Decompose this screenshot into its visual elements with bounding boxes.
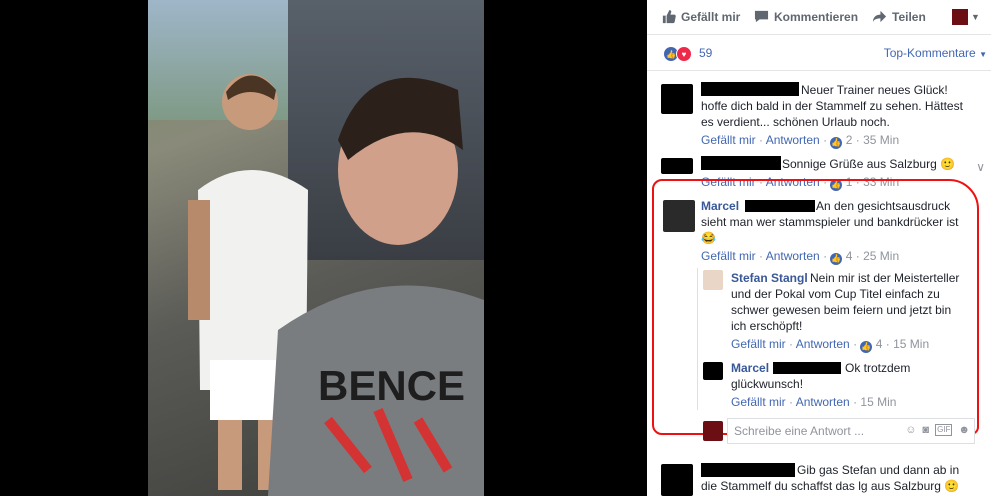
comment-like-link[interactable]: Gefällt mir: [731, 395, 786, 409]
comment-meta: Gefällt mir · Antworten · 👍 4 · 15 Min: [731, 337, 930, 353]
comment-reply-link[interactable]: Antworten: [766, 133, 820, 147]
comment-text: 😂: [701, 231, 716, 245]
thumbs-up-icon: 👍: [830, 137, 843, 149]
share-icon: [872, 10, 887, 23]
photo-person-right: BENCE: [268, 77, 484, 496]
comment-icon: [754, 10, 769, 23]
comment-text: Nein mir ist der Meisterteller: [810, 271, 960, 285]
share-action-label: Teilen: [892, 9, 926, 24]
comment-time[interactable]: 25 Min: [863, 249, 899, 263]
commenter-avatar[interactable]: [661, 84, 693, 114]
comment-text: sieht man wer stammspieler und bankdrück…: [701, 215, 959, 229]
love-reaction-icon: ♥: [676, 46, 692, 62]
profile-avatar: [952, 9, 968, 25]
commenter-avatar[interactable]: [661, 158, 693, 174]
comment-reply-link[interactable]: Antworten: [796, 337, 850, 351]
comment-text: Gib gas Stefan und dann ab in: [797, 463, 960, 477]
comment-like-link[interactable]: Gefällt mir: [701, 133, 756, 147]
comment-meta: Gefällt mir · Antworten · 👍 4 · 25 Min: [701, 249, 900, 265]
comment-time[interactable]: 15 Min: [860, 395, 896, 409]
thumbs-up-icon: [662, 9, 676, 24]
thumbs-up-icon: 👍: [830, 253, 843, 265]
redacted-name: [773, 362, 841, 374]
svg-text:BENCE: BENCE: [318, 362, 465, 409]
action-bar: Gefällt mir Kommentieren Teilen ▼: [647, 0, 991, 35]
reaction-count[interactable]: 59: [699, 46, 712, 60]
redacted-name: [701, 156, 781, 170]
comment-reply-link[interactable]: Antworten: [766, 249, 820, 263]
comment-time[interactable]: 15 Min: [893, 337, 929, 351]
comment-like-link[interactable]: Gefällt mir: [731, 337, 786, 351]
reaction-profile-select[interactable]: ▼: [952, 9, 980, 25]
comment-text: Neuer Trainer neues Glück!: [801, 83, 948, 97]
commenter-name[interactable]: Marcel: [731, 361, 769, 375]
comment-time[interactable]: 35 Min: [863, 133, 899, 147]
comment-meta: Gefällt mir · Antworten · 👍 2 · 35 Min: [701, 133, 900, 149]
like-action-label: Gefällt mir: [681, 9, 741, 24]
post-photo[interactable]: BENCE: [148, 0, 484, 496]
comment-sort-label: Top-Kommentare: [883, 46, 976, 60]
reply-placeholder: Schreibe eine Antwort ...: [734, 424, 865, 438]
comment-text: ich erschöpft!: [731, 319, 803, 333]
redacted-name: [745, 200, 815, 212]
chevron-down-icon: ▼: [979, 50, 987, 59]
redacted-name: [701, 82, 799, 96]
comment-action[interactable]: Kommentieren: [754, 9, 858, 24]
commenter-name[interactable]: Stefan Stangl: [731, 271, 808, 285]
replier-avatar[interactable]: [703, 362, 723, 380]
emoji-icon[interactable]: ☺: [905, 424, 916, 436]
comment-sort-select[interactable]: Top-Kommentare ▼: [884, 46, 987, 60]
thumbs-up-icon: 👍: [860, 341, 873, 353]
comment-text: An den gesichtsausdruck: [816, 199, 951, 213]
like-action[interactable]: Gefällt mir: [661, 9, 740, 24]
replier-avatar[interactable]: [703, 270, 723, 290]
share-action[interactable]: Teilen: [872, 9, 926, 24]
reactions-bar: 👍 ♥ 59 Top-Kommentare ▼: [647, 34, 991, 71]
comment-reply-link[interactable]: Antworten: [796, 395, 850, 409]
comment-text: es verdient... schönen Urlaub noch.: [701, 115, 890, 129]
commenter-avatar[interactable]: [661, 464, 693, 496]
comments-panel: Gefällt mir Kommentieren Teilen ▼ 👍 ♥ 59…: [647, 0, 991, 496]
camera-icon[interactable]: ◙: [922, 424, 929, 436]
comment-text: schwer gewesen beim feiern und jetzt bin: [731, 303, 952, 317]
chevron-down-icon: ▼: [971, 12, 980, 22]
sticker-icon[interactable]: ☻: [958, 424, 970, 436]
reply-author[interactable]: Marcel: [731, 360, 769, 376]
commenter-avatar[interactable]: [663, 200, 695, 232]
comment-author[interactable]: Marcel: [701, 198, 739, 214]
reply-tools: ☺ ◙ GIF ☻: [905, 424, 970, 436]
comment-text: hoffe dich bald in der Stammelf zu sehen…: [701, 99, 963, 113]
chevron-down-icon[interactable]: ∨: [976, 160, 985, 174]
comment-text: Ok trotzdem: [845, 361, 911, 375]
redacted-name: [701, 463, 795, 477]
comment-text: die Stammelf du schaffst das lg aus Salz…: [701, 479, 960, 493]
comment-like-link[interactable]: Gefällt mir: [701, 249, 756, 263]
comment-meta: Gefällt mir · Antworten · 15 Min: [731, 395, 897, 409]
gif-icon[interactable]: GIF: [935, 424, 953, 436]
reply-author[interactable]: Stefan Stangl: [731, 270, 808, 286]
reply-thread-line: [697, 268, 698, 410]
reply-input[interactable]: Schreibe eine Antwort ... ☺ ◙ GIF ☻: [727, 418, 975, 444]
commenter-name[interactable]: Marcel: [701, 199, 739, 213]
comment-text: Sonnige Grüße aus Salzburg 🙂: [782, 157, 956, 171]
comment-text: und der Pokal vom Cup Titel einfach zu: [731, 287, 940, 301]
comment-text: glückwunsch!: [731, 377, 804, 391]
own-avatar: [703, 421, 723, 441]
comment-action-label: Kommentieren: [774, 9, 859, 24]
reaction-icons[interactable]: 👍 ♥: [663, 46, 692, 62]
